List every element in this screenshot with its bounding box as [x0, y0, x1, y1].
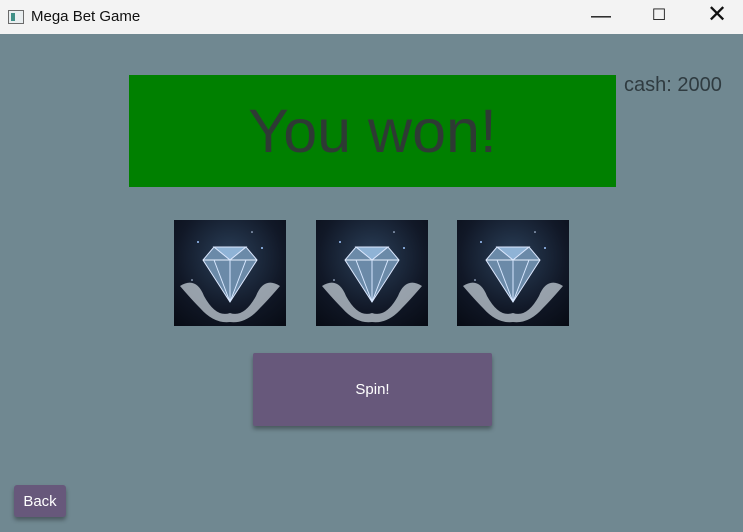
diamond-icon [322, 231, 422, 323]
maximize-button[interactable]: ☐ [630, 0, 688, 34]
reel-3 [457, 220, 569, 326]
app-icon [8, 10, 24, 24]
window-title: Mega Bet Game [31, 8, 141, 25]
back-button[interactable]: Back [14, 485, 66, 517]
close-button[interactable]: ✕ [688, 0, 743, 34]
reel-1 [174, 220, 286, 326]
title-bar: Mega Bet Game — ☐ ✕ [0, 0, 743, 34]
diamond-icon [463, 231, 563, 323]
cash-display: cash: 2000 [624, 74, 722, 96]
minimize-button[interactable]: — [572, 0, 630, 34]
reel-2 [316, 220, 428, 326]
result-banner: You won! [129, 75, 616, 187]
diamond-icon [180, 231, 280, 323]
spin-button[interactable]: Spin! [253, 353, 492, 426]
